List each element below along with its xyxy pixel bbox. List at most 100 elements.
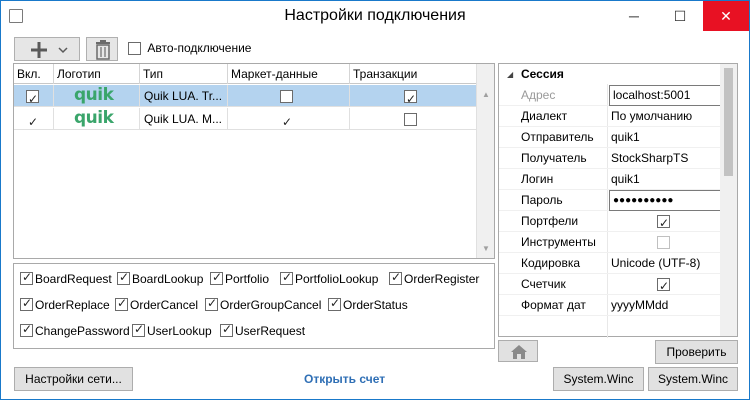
column-header-enabled[interactable]: Вкл.: [14, 64, 54, 84]
message-checkbox[interactable]: [280, 270, 293, 286]
message-option[interactable]: OrderGroupCancel: [205, 296, 322, 312]
property-row-address[interactable]: Адрес localhost:5001: [499, 85, 721, 106]
scroll-down-arrow-icon[interactable]: ▼: [477, 244, 495, 253]
open-account-link[interactable]: Открыть счет: [304, 372, 385, 386]
message-checkbox[interactable]: [20, 322, 33, 338]
column-header-logo[interactable]: Логотип: [54, 64, 140, 84]
property-row-dialect[interactable]: Диалект По умолчанию: [499, 106, 721, 127]
message-checkbox[interactable]: [115, 296, 128, 312]
message-checkbox[interactable]: [132, 322, 145, 338]
message-label: OrderReplace: [35, 298, 110, 312]
message-checkbox[interactable]: [20, 296, 33, 312]
home-button[interactable]: [498, 340, 538, 362]
section-header-session[interactable]: ◢ Сессия: [499, 64, 721, 85]
counter-value[interactable]: [657, 274, 670, 297]
system-button-2[interactable]: System.Winc: [648, 367, 738, 391]
message-label: OrderGroupCancel: [220, 298, 322, 312]
encoding-value[interactable]: Unicode (UTF-8): [611, 253, 700, 274]
property-row-receiver[interactable]: Получатель StockSharpTS: [499, 148, 721, 169]
date-format-value[interactable]: yyyyMMdd: [611, 295, 668, 316]
grid-scrollbar[interactable]: ▲ ▼: [476, 64, 494, 258]
cell-market-data[interactable]: [228, 85, 350, 107]
property-row-login[interactable]: Логин quik1: [499, 169, 721, 190]
message-checkbox[interactable]: [210, 270, 223, 286]
collapse-triangle-icon[interactable]: ◢: [507, 64, 513, 85]
column-header-market-data[interactable]: Маркет-данные: [228, 64, 350, 84]
column-header-type[interactable]: Тип: [140, 64, 228, 84]
message-checkbox[interactable]: [220, 322, 233, 338]
property-row-portfolios[interactable]: Портфели: [499, 211, 721, 234]
sender-value[interactable]: quik1: [611, 127, 640, 148]
message-option[interactable]: BoardLookup: [117, 270, 203, 286]
message-option[interactable]: UserLookup: [132, 322, 212, 338]
message-option[interactable]: OrderStatus: [328, 296, 408, 312]
auto-connect-option[interactable]: Авто-подключение: [128, 41, 252, 56]
property-label: Диалект: [521, 109, 568, 123]
cell-transactions[interactable]: [350, 108, 476, 130]
property-label: Пароль: [521, 193, 563, 207]
enabled-checkbox[interactable]: [26, 88, 39, 107]
property-row-counter[interactable]: Счетчик: [499, 274, 721, 297]
market-data-checkbox[interactable]: [280, 111, 293, 130]
table-row[interactable]: quik Quik LUA. M...: [14, 108, 476, 130]
property-row-sender[interactable]: Отправитель quik1: [499, 127, 721, 148]
property-row-password[interactable]: Пароль ●●●●●●●●●●: [499, 190, 721, 211]
property-row-encoding[interactable]: Кодировка Unicode (UTF-8): [499, 253, 721, 274]
column-header-transactions[interactable]: Транзакции: [350, 64, 476, 84]
system-button-1[interactable]: System.Winc: [553, 367, 644, 391]
address-field[interactable]: localhost:5001: [609, 85, 721, 106]
message-checkbox[interactable]: [20, 270, 33, 286]
scrollbar-thumb[interactable]: [724, 68, 733, 176]
message-checkbox[interactable]: [389, 270, 402, 286]
message-checkbox[interactable]: [328, 296, 341, 312]
message-option[interactable]: ChangePassword: [20, 322, 130, 338]
portfolios-checkbox[interactable]: [657, 213, 670, 234]
message-option[interactable]: UserRequest: [220, 322, 305, 338]
transactions-checkbox[interactable]: [404, 113, 417, 127]
scroll-up-arrow-icon[interactable]: ▲: [477, 90, 495, 99]
message-label: OrderStatus: [343, 298, 408, 312]
property-grid: ◢ Сессия Адрес localhost:5001 Диалект По…: [498, 63, 738, 338]
auto-connect-checkbox[interactable]: [128, 42, 141, 56]
message-option[interactable]: BoardRequest: [20, 270, 112, 286]
market-data-checkbox[interactable]: [280, 90, 293, 104]
transactions-checkbox[interactable]: [404, 88, 417, 107]
instruments-checkbox[interactable]: [657, 236, 670, 250]
auto-connect-label: Авто-подключение: [147, 41, 252, 55]
cell-transactions[interactable]: [350, 85, 476, 107]
check-button[interactable]: Проверить: [655, 340, 738, 364]
message-option[interactable]: Portfolio: [210, 270, 270, 286]
table-row[interactable]: quik Quik LUA. Tr...: [14, 85, 476, 107]
network-settings-button[interactable]: Настройки сети...: [14, 367, 133, 391]
cell-market-data[interactable]: [228, 108, 350, 130]
connection-settings-window: Настройки подключения ─ ☐ ✕ Авто-подключ…: [0, 0, 750, 400]
portfolios-value[interactable]: [657, 211, 670, 234]
property-row-date-format[interactable]: Формат дат yyyyMMdd: [499, 295, 721, 316]
message-checkbox[interactable]: [117, 270, 130, 286]
property-label: Инструменты: [521, 235, 596, 249]
message-option[interactable]: OrderCancel: [115, 296, 198, 312]
receiver-value[interactable]: StockSharpTS: [611, 148, 688, 169]
property-grid-scrollbar[interactable]: [720, 64, 737, 336]
dialect-value[interactable]: По умолчанию: [611, 106, 692, 127]
add-connection-button[interactable]: [14, 37, 80, 61]
maximize-button[interactable]: ☐: [657, 1, 703, 31]
message-checkbox[interactable]: [205, 296, 218, 312]
cell-enabled[interactable]: [14, 108, 54, 130]
message-option[interactable]: OrderReplace: [20, 296, 110, 312]
instruments-value[interactable]: [657, 232, 670, 253]
cell-enabled[interactable]: [14, 85, 54, 107]
delete-connection-button[interactable]: [86, 37, 118, 61]
message-option[interactable]: OrderRegister: [389, 270, 479, 286]
close-button[interactable]: ✕: [703, 1, 749, 31]
property-row-instruments[interactable]: Инструменты: [499, 232, 721, 253]
enabled-checkbox[interactable]: [26, 111, 39, 130]
message-option[interactable]: PortfolioLookup: [280, 270, 378, 286]
minimize-button[interactable]: ─: [611, 1, 657, 31]
password-field[interactable]: ●●●●●●●●●●: [609, 190, 721, 211]
message-label: Portfolio: [225, 272, 270, 286]
login-value[interactable]: quik1: [611, 169, 640, 190]
property-label: Получатель: [521, 151, 587, 165]
cell-type: Quik LUA. M...: [140, 108, 228, 130]
counter-checkbox[interactable]: [657, 276, 670, 297]
